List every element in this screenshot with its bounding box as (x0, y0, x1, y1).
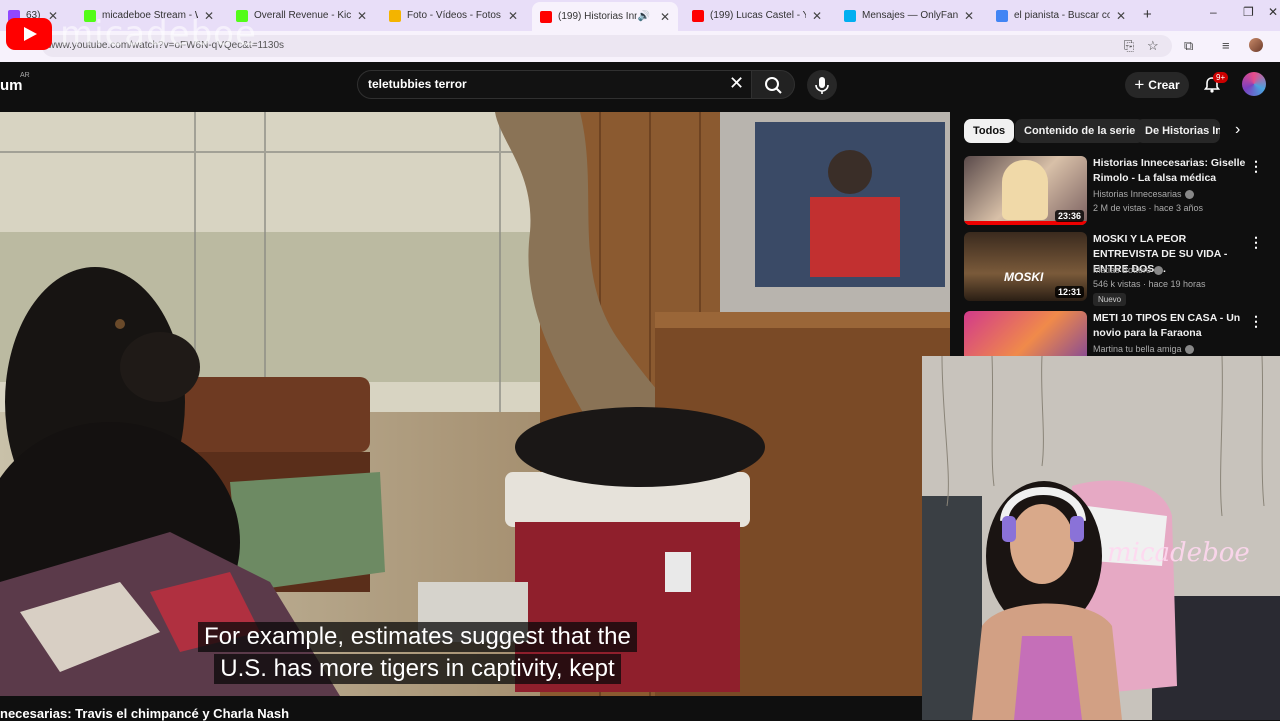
recommendation-title[interactable]: METI 10 TIPOS EN CASA - Un novio para la… (1093, 311, 1253, 341)
chip-series-content[interactable]: Contenido de la serie (1015, 119, 1145, 143)
tab-title: Mensajes — OnlyFans (862, 10, 958, 21)
thumbnail-person (1002, 160, 1048, 220)
notification-count-badge: 9+ (1213, 72, 1229, 83)
watermark-text: micadeboe (60, 14, 257, 54)
verified-icon (1154, 266, 1164, 276)
recommendation-title[interactable]: Historias Innecesarias: Giselle Rimolo -… (1093, 156, 1253, 186)
youtube-logo[interactable]: um (0, 77, 23, 94)
stream-watermark (6, 18, 52, 55)
subtitle-line-1: For example, estimates suggest that the (198, 622, 637, 652)
browser-tab[interactable]: (199) Historias Innece🔊 ✕ (532, 2, 678, 31)
browser-tab[interactable]: Foto - Vídeos - Fotos en ✕ (381, 3, 526, 28)
subtitles: For example, estimates suggest that the … (198, 622, 637, 684)
account-avatar[interactable] (1242, 72, 1266, 96)
chip-todos[interactable]: Todos (964, 119, 1015, 143)
more-options-icon[interactable]: ⋮ (1249, 234, 1263, 251)
browser-tab[interactable]: el pianista - Buscar con G ✕ (988, 3, 1134, 28)
search-input[interactable]: teletubbies terror (368, 77, 467, 91)
video-thumbnail[interactable]: MOSKI 12:31 (964, 232, 1087, 301)
recommendation-channel[interactable]: Historias Innecesarias (1093, 189, 1194, 200)
video-thumbnail[interactable]: 23:36 (964, 156, 1087, 225)
install-app-icon[interactable]: ⎘ (1124, 38, 1134, 54)
google-icon (996, 9, 1008, 22)
neon-sign-text: micadeboe (1107, 538, 1250, 568)
bookmark-star-icon[interactable]: ☆ (1147, 38, 1159, 54)
search-button[interactable] (751, 70, 795, 99)
browser-tab[interactable]: (199) Lucas Castel - YouTu ✕ (684, 3, 830, 28)
media-controls-icon[interactable]: ≡ (1222, 38, 1230, 53)
minimize-button[interactable]: – (1210, 5, 1217, 19)
verified-icon (1184, 190, 1194, 200)
close-tab-icon[interactable]: ✕ (812, 9, 822, 23)
more-options-icon[interactable]: ⋮ (1249, 313, 1263, 330)
webcam-overlay: micadeboe (922, 356, 1280, 720)
create-label: Crear (1148, 78, 1180, 92)
close-tab-icon[interactable]: ✕ (357, 9, 367, 23)
youtube-icon (692, 9, 704, 22)
tab-title: (199) Lucas Castel - YouTu (710, 10, 806, 21)
recommendation-meta: 2 M de vistas · hace 3 años (1093, 203, 1204, 213)
new-badge: Nuevo (1093, 293, 1127, 306)
close-tab-icon[interactable]: ✕ (1116, 9, 1126, 23)
video-frame (0, 112, 950, 696)
maximize-button[interactable]: ❐ (1243, 5, 1254, 19)
verified-icon (1184, 345, 1194, 355)
chevron-right-icon[interactable]: › (1235, 121, 1240, 139)
photos-icon (389, 9, 401, 22)
country-code: AR (20, 72, 30, 79)
recommendation-item[interactable]: METI 10 TIPOS EN CASA - Un novio para la… (964, 311, 1270, 356)
extensions-icon[interactable]: ⧉ (1184, 38, 1193, 54)
create-button[interactable]: + Crear (1125, 72, 1189, 98)
video-thumbnail[interactable] (964, 311, 1087, 356)
video-title: necesarias: Travis el chimpancé y Charla… (0, 706, 290, 721)
onlyfans-icon (844, 9, 856, 22)
audio-playing-icon[interactable]: 🔊 (637, 11, 649, 22)
search-icon (765, 77, 782, 94)
recommendation-channel[interactable]: Martina tu bella amiga (1093, 344, 1194, 355)
voice-search-button[interactable] (807, 70, 837, 100)
browser-profile-avatar[interactable] (1249, 38, 1263, 52)
webcam-frame: micadeboe (922, 356, 1280, 720)
microphone-icon (815, 77, 829, 94)
tab-title: Foto - Vídeos - Fotos en (407, 10, 502, 21)
plus-icon: + (1134, 75, 1145, 94)
recommendation-meta: 546 k vistas · hace 19 horas (1093, 279, 1206, 289)
video-duration: 23:36 (1054, 210, 1084, 222)
subtitle-line-2: U.S. has more tigers in captivity, kept (214, 654, 621, 684)
more-options-icon[interactable]: ⋮ (1249, 158, 1263, 175)
close-tab-icon[interactable]: ✕ (660, 10, 670, 24)
chip-from-channel[interactable]: De Historias Inne (1136, 119, 1220, 143)
recommendation-channel[interactable]: Matias Bottero (1093, 265, 1164, 276)
tab-title: Overall Revenue - Kick Da (254, 10, 351, 21)
tab-title: (199) Historias Innece (558, 11, 638, 22)
youtube-icon (540, 10, 552, 23)
tab-title: el pianista - Buscar con G (1014, 10, 1110, 21)
new-tab-button[interactable]: + (1143, 6, 1152, 23)
youtube-logo-icon (6, 18, 52, 50)
close-tab-icon[interactable]: ✕ (508, 9, 518, 23)
close-window-button[interactable]: ✕ (1268, 5, 1278, 19)
close-tab-icon[interactable]: ✕ (964, 9, 974, 23)
thumbnail-text: MOSKI (1004, 270, 1044, 284)
clear-search-icon[interactable]: ✕ (729, 73, 744, 94)
browser-tab[interactable]: Mensajes — OnlyFans ✕ (836, 3, 982, 28)
video-duration: 12:31 (1054, 286, 1084, 298)
video-player[interactable] (0, 112, 950, 696)
